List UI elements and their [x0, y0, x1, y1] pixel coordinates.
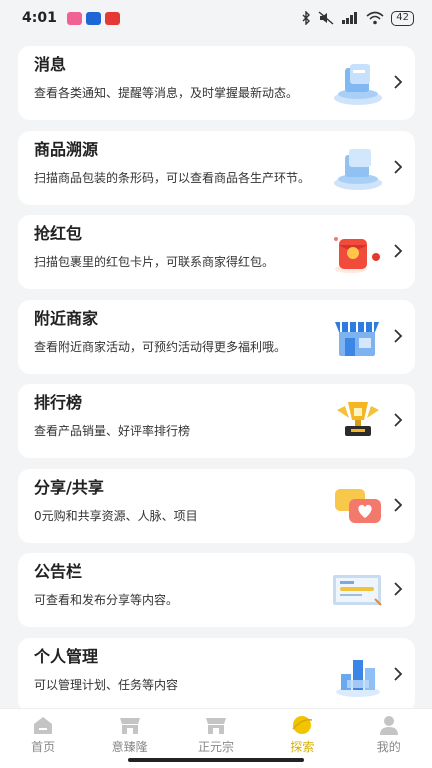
chevron-right-icon — [394, 666, 403, 681]
list-item-share[interactable]: 分享/共享 0元购和共享资源、人脉、项目 — [18, 468, 415, 543]
chevron-right-icon — [394, 582, 403, 596]
card-desc: 可以管理计划、任务等内容 — [34, 677, 179, 692]
tab-label: 意臻隆 — [111, 740, 148, 754]
chevron-right-icon — [394, 244, 403, 258]
card-desc: 查看产品销量、好评率排行榜 — [34, 424, 191, 438]
status-indicators: 42 — [302, 10, 414, 26]
app-notification-icon — [104, 11, 120, 25]
shop-icon — [205, 718, 226, 734]
tab-label: 探索 — [290, 740, 315, 754]
list-item-leaderboard[interactable]: 排行榜 查看产品销量、好评率排行榜 — [18, 384, 415, 458]
tab-home[interactable]: 首页 — [3, 714, 83, 768]
list-item-red-envelope[interactable]: 抢红包 扫描包裹里的红包卡片，可联系商家得红包。 — [18, 215, 415, 289]
chevron-right-icon — [394, 75, 403, 89]
chevron-right-icon — [394, 159, 403, 174]
battery-indicator: 42 — [391, 10, 414, 26]
share-heart-icon — [335, 488, 381, 523]
status-app-icons — [66, 11, 120, 25]
red-envelope-icon — [334, 237, 380, 273]
user-icon — [379, 716, 398, 735]
chart-blocks-icon — [336, 659, 380, 697]
list-item-personal-management[interactable]: 个人管理 可以管理计划、任务等内容 — [18, 637, 415, 712]
card-desc: 查看各类通知、提醒等消息，及时掌握最新动态。 — [34, 86, 299, 100]
home-icon — [34, 717, 53, 734]
list-item-message[interactable]: 消息 查看各类通知、提醒等消息，及时掌握最新动态。 — [18, 46, 415, 120]
tab-label: 我的 — [376, 740, 401, 754]
explore-icon — [292, 716, 313, 734]
bluetooth-icon — [302, 11, 311, 25]
app-notification-icon — [66, 11, 82, 25]
mute-icon — [318, 11, 334, 25]
chevron-right-icon — [394, 497, 403, 512]
trophy-icon — [337, 402, 379, 436]
card-desc: 查看附近商家活动，可预约活动得更多福利哦。 — [34, 339, 287, 354]
card-desc: 扫描商品包装的条形码，可以查看商品各生产环节。 — [34, 170, 311, 185]
status-bar: 4:01 42 — [0, 0, 432, 36]
box-stack-icon — [334, 148, 382, 190]
card-desc: 0元购和共享资源、人脉、项目 — [34, 508, 198, 523]
card-desc: 扫描包裹里的红包卡片，可联系商家得红包。 — [34, 255, 275, 269]
home-indicator[interactable] — [128, 758, 304, 762]
chevron-right-icon — [394, 328, 403, 343]
app-notification-icon — [85, 11, 101, 25]
tab-label: 首页 — [31, 740, 56, 754]
shop-icon — [119, 718, 140, 734]
list-item-nearby-merchants[interactable]: 附近商家 查看附近商家活动，可预约活动得更多福利哦。 — [18, 299, 415, 374]
bulletin-board-icon — [333, 575, 382, 606]
list-item-traceability[interactable]: 商品溯源 扫描商品包装的条形码，可以查看商品各生产环节。 — [18, 130, 415, 205]
list-item-bulletin[interactable]: 公告栏 可查看和发布分享等内容。 — [18, 553, 415, 627]
tab-label: 正元宗 — [197, 740, 234, 754]
card-desc: 可查看和发布分享等内容。 — [34, 593, 179, 607]
feature-list: 消息 查看各类通知、提醒等消息，及时掌握最新动态。 商品溯源 扫描商品包装的条形… — [18, 46, 415, 722]
message-stack-icon — [334, 64, 382, 105]
storefront-icon — [335, 321, 379, 356]
signal-icon — [342, 12, 358, 24]
wifi-icon — [366, 11, 384, 25]
chevron-right-icon — [394, 413, 403, 427]
status-time: 4:01 — [22, 10, 57, 26]
tab-mine[interactable]: 我的 — [349, 714, 429, 768]
